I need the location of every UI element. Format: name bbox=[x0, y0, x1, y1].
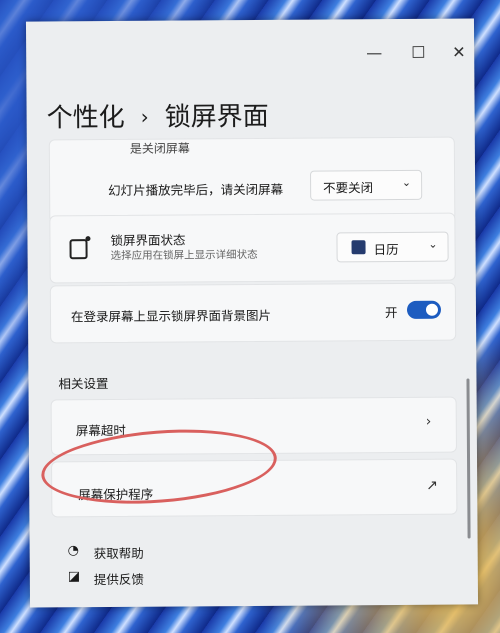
lock-status-dropdown[interactable]: 日历 ⌄ bbox=[336, 231, 449, 263]
help-icon: ◔ bbox=[67, 543, 80, 559]
feedback-icon: ◪ bbox=[67, 569, 81, 585]
slideshow-card: 是关闭屏幕 幻灯片播放完毕后，请关闭屏幕 不要关闭 ⌄ bbox=[48, 136, 456, 224]
give-feedback-link[interactable]: 提供反馈 bbox=[94, 569, 144, 588]
chevron-right-icon: › bbox=[425, 413, 432, 430]
calendar-icon bbox=[351, 240, 366, 255]
page-title: 个性化 › 锁屏界面 bbox=[46, 96, 269, 135]
lock-status-label: 锁屏界面状态 bbox=[110, 232, 186, 248]
related-settings-heading: 相关设置 bbox=[58, 376, 109, 392]
scrollbar[interactable] bbox=[466, 378, 471, 539]
maximize-button[interactable]: ☐ bbox=[411, 43, 425, 62]
settings-window: — ☐ ✕ 个性化 › 锁屏界面 是关闭屏幕 幻灯片播放完毕后，请关闭屏幕 不要关闭… bbox=[25, 18, 479, 608]
slideshow-off-value: 不要关闭 bbox=[323, 180, 374, 196]
external-link-icon: ↗ bbox=[426, 477, 439, 494]
lock-status-card[interactable]: 锁屏界面状态 选择应用在锁屏上显示详细状态 日历 ⌄ bbox=[49, 212, 456, 284]
slideshow-off-dropdown[interactable]: 不要关闭 ⌄ bbox=[310, 169, 423, 201]
partial-row-label: 是关闭屏幕 bbox=[129, 141, 190, 156]
signin-background-label: 在登录屏幕上显示锁屏界面背景图片 bbox=[70, 307, 272, 325]
minimize-button[interactable]: — bbox=[366, 43, 382, 62]
lock-screen-status-icon bbox=[69, 239, 88, 260]
slideshow-off-label: 幻灯片播放完毕后，请关闭屏幕 bbox=[108, 181, 284, 199]
close-button[interactable]: ✕ bbox=[452, 43, 466, 62]
chevron-down-icon: ⌄ bbox=[401, 175, 412, 189]
signin-background-card: 在登录屏幕上显示锁屏界面背景图片 开 bbox=[49, 282, 457, 344]
breadcrumb-separator: › bbox=[140, 104, 149, 129]
lock-status-description: 选择应用在锁屏上显示详细状态 bbox=[110, 248, 258, 262]
signin-background-toggle[interactable] bbox=[406, 300, 442, 319]
lock-status-value: 日历 bbox=[373, 241, 399, 258]
breadcrumb-current: 锁屏界面 bbox=[164, 101, 269, 133]
breadcrumb-parent[interactable]: 个性化 bbox=[47, 103, 125, 134]
toggle-state-label: 开 bbox=[384, 304, 398, 321]
chevron-down-icon: ⌄ bbox=[428, 237, 438, 251]
get-help-link[interactable]: 获取帮助 bbox=[94, 543, 144, 562]
